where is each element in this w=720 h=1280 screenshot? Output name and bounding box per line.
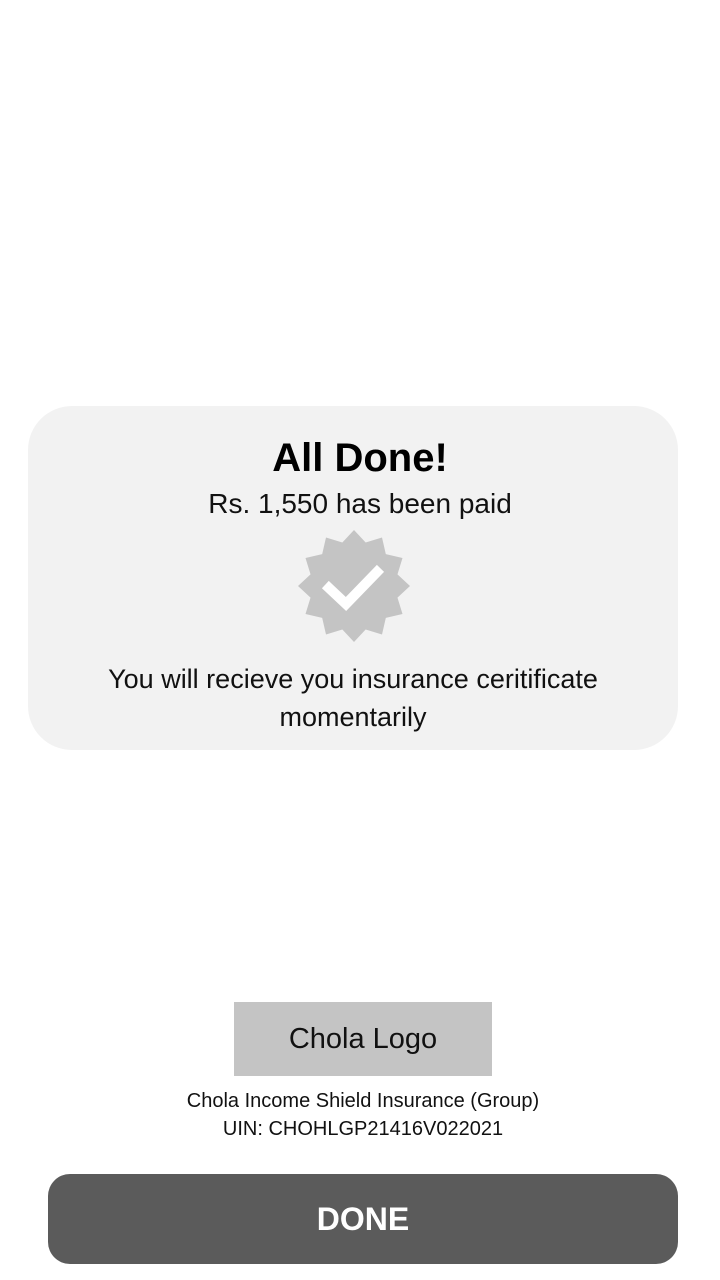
chola-logo-placeholder: Chola Logo [234, 1002, 492, 1076]
success-title: All Done! [272, 436, 448, 480]
done-button-label: DONE [316, 1200, 410, 1237]
verified-check-badge-icon [298, 530, 410, 642]
done-button[interactable]: DONE [48, 1174, 678, 1264]
certificate-message: You will recieve you insurance ceritific… [108, 664, 598, 732]
insurance-uin: UIN: CHOHLGP21416V022021 [222, 1118, 504, 1140]
insurance-product-name: Chola Income Shield Insurance (Group) [186, 1090, 540, 1112]
logo-label: Chola Logo [288, 1022, 438, 1055]
payment-amount-text: Rs. 1,550 has been paid [208, 488, 512, 519]
